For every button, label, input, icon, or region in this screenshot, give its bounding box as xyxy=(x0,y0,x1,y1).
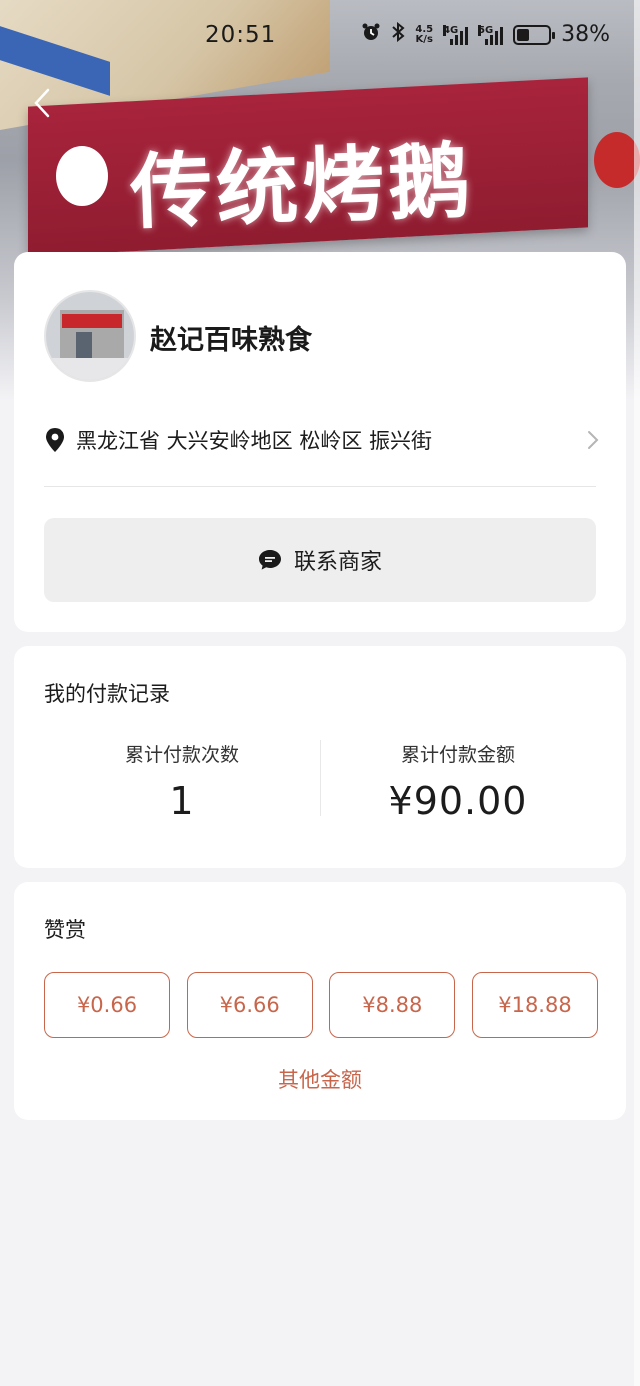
tip-button[interactable]: ¥6.66 xyxy=(186,972,313,1038)
bluetooth-icon xyxy=(391,21,405,47)
contact-merchant-button[interactable]: 联系商家 xyxy=(44,518,596,602)
other-amount-link[interactable]: 其他金额 xyxy=(14,1064,626,1094)
merchant-name: 赵记百味熟食 xyxy=(150,325,312,356)
chevron-right-icon xyxy=(588,431,599,449)
payment-amount-stat: 累计付款金额 ¥90.00 xyxy=(320,740,596,823)
banner-sign-logo xyxy=(56,146,108,206)
chevron-left-icon xyxy=(34,88,50,118)
tip-button[interactable]: ¥0.66 xyxy=(44,972,170,1038)
scroll-edge xyxy=(634,0,640,1386)
banner-sign-text: 传统烤鹅 xyxy=(128,134,476,241)
back-button[interactable] xyxy=(30,86,54,120)
reward-title: 赞赏 xyxy=(44,918,86,942)
payment-count-stat: 累计付款次数 1 xyxy=(44,740,320,823)
address-row[interactable]: 黑龙江省 大兴安岭地区 松岭区 振兴街 xyxy=(44,422,600,458)
payment-count-value: 1 xyxy=(169,779,195,823)
payment-amount-value: ¥90.00 xyxy=(388,779,528,823)
alarm-icon xyxy=(361,22,381,47)
signal-5g-icon: 5G xyxy=(478,24,504,45)
tip-button[interactable]: ¥8.88 xyxy=(329,972,456,1038)
tip-amount-row: ¥0.66 ¥6.66 ¥8.88 ¥18.88 xyxy=(44,972,598,1038)
tip-button[interactable]: ¥18.88 xyxy=(471,972,598,1038)
divider xyxy=(44,486,596,487)
net-speed: 4.5 K/s xyxy=(415,23,434,45)
payment-record-card: 我的付款记录 累计付款次数 1 累计付款金额 ¥90.00 xyxy=(14,646,626,868)
merchant-avatar xyxy=(44,290,136,382)
status-bar: 20:51 4.5 K/s 4G 5G 38% xyxy=(0,16,640,56)
payment-record-title: 我的付款记录 xyxy=(44,682,170,706)
battery-icon xyxy=(513,24,556,45)
battery-percent: 38% xyxy=(561,22,610,47)
merchant-card: 赵记百味熟食 黑龙江省 大兴安岭地区 松岭区 振兴街 联系商家 xyxy=(14,252,626,632)
payment-count-label: 累计付款次数 xyxy=(124,744,239,766)
payment-amount-label: 累计付款金额 xyxy=(400,744,515,766)
reward-card: 赞赏 ¥0.66 ¥6.66 ¥8.88 ¥18.88 其他金额 xyxy=(14,882,626,1120)
status-icons: 4.5 K/s 4G 5G 38% xyxy=(361,21,610,47)
chat-bubble-icon xyxy=(258,550,281,570)
location-pin-icon xyxy=(46,428,64,452)
signal-4g-icon: 4G xyxy=(443,24,469,45)
contact-merchant-label: 联系商家 xyxy=(293,550,382,575)
merchant-address: 黑龙江省 大兴安岭地区 松岭区 振兴街 xyxy=(76,429,433,453)
status-time: 20:51 xyxy=(205,22,277,48)
